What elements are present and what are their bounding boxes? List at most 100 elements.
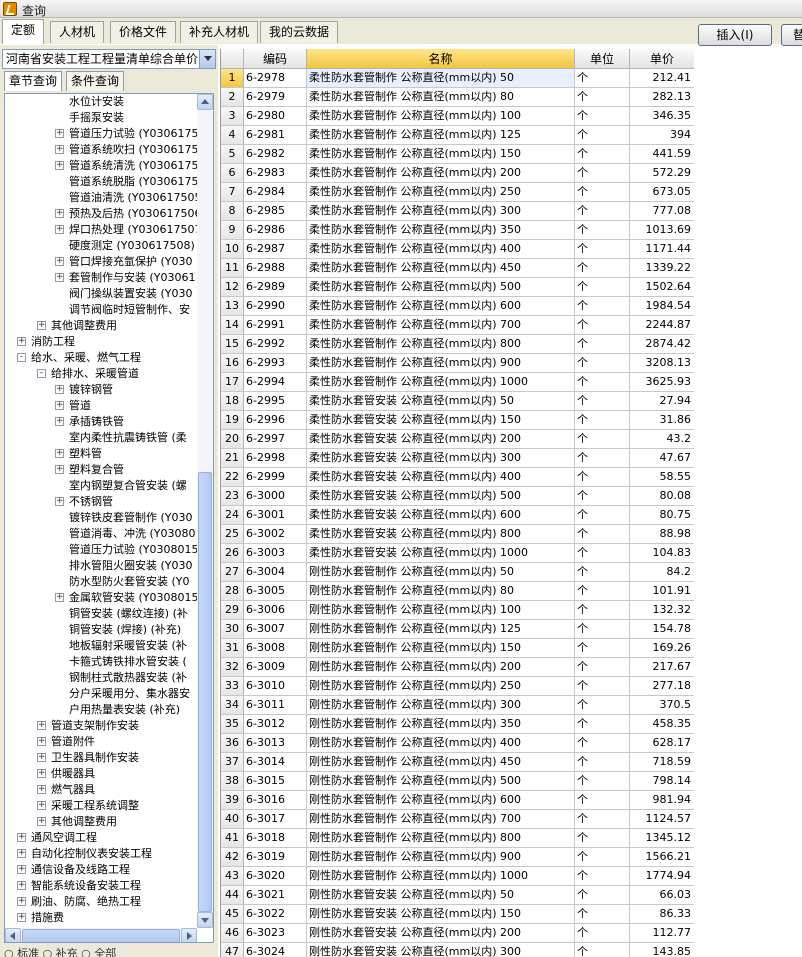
expand-icon[interactable]: +: [55, 145, 64, 154]
table-row[interactable]: 28 6-3005 刚性防水套管制作 公称直径(mm以内) 80 个 101.91: [221, 582, 694, 601]
tree-node[interactable]: + 其他调整费用: [5, 318, 197, 334]
table-row[interactable]: 23 6-3000 柔性防水套管安装 公称直径(mm以内) 500 个 80.08: [221, 487, 694, 506]
filter-radio-strip[interactable]: ○ 标准 ○ 补充 ○ 全部: [4, 945, 214, 957]
tree-node[interactable]: 管道消毒、冲洗 (Y03080: [5, 526, 197, 542]
tab-labor-material-machine[interactable]: 人材机: [50, 21, 105, 43]
expand-icon[interactable]: +: [55, 257, 64, 266]
expand-icon[interactable]: +: [55, 225, 64, 234]
expand-icon[interactable]: +: [37, 769, 46, 778]
table-row[interactable]: 25 6-3002 柔性防水套管安装 公称直径(mm以内) 800 个 88.98: [221, 525, 694, 544]
replace-button[interactable]: 替换: [781, 24, 802, 46]
tree-node[interactable]: + 燃气器具: [5, 782, 197, 798]
header-price[interactable]: 单价: [630, 49, 694, 69]
table-row[interactable]: 6 6-2983 柔性防水套管制作 公称直径(mm以内) 200 个 572.29: [221, 164, 694, 183]
tree-node[interactable]: + 预热及后热 (Y030617506: [5, 206, 197, 222]
tree-node[interactable]: + 供暖器具: [5, 766, 197, 782]
tree-node[interactable]: - 给水、采暖、燃气工程: [5, 350, 197, 366]
header-code[interactable]: 编码: [244, 49, 307, 69]
tree-node[interactable]: + 金属软管安装 (Y0308015: [5, 590, 197, 606]
expand-icon[interactable]: +: [17, 897, 26, 906]
tree-vertical-scrollbar[interactable]: [197, 94, 213, 928]
table-row[interactable]: 34 6-3011 刚性防水套管制作 公称直径(mm以内) 300 个 370.5: [221, 696, 694, 715]
expand-icon[interactable]: +: [17, 849, 26, 858]
table-row[interactable]: 8 6-2985 柔性防水套管制作 公称直径(mm以内) 300 个 777.08: [221, 202, 694, 221]
tree-node[interactable]: + 管道附件: [5, 734, 197, 750]
table-row[interactable]: 13 6-2990 柔性防水套管制作 公称直径(mm以内) 600 个 1984.54: [221, 297, 694, 316]
table-row[interactable]: 30 6-3007 刚性防水套管制作 公称直径(mm以内) 125 个 154.78: [221, 620, 694, 639]
chevron-down-icon[interactable]: [199, 50, 215, 68]
table-row[interactable]: 14 6-2991 柔性防水套管制作 公称直径(mm以内) 700 个 2244.87: [221, 316, 694, 335]
table-row[interactable]: 35 6-3012 刚性防水套管制作 公称直径(mm以内) 350 个 458.35: [221, 715, 694, 734]
tree-node[interactable]: + 管道支架制作安装: [5, 718, 197, 734]
expand-icon[interactable]: +: [37, 801, 46, 810]
table-row[interactable]: 33 6-3010 刚性防水套管制作 公称直径(mm以内) 250 个 277.18: [221, 677, 694, 696]
table-row[interactable]: 21 6-2998 柔性防水套管安装 公称直径(mm以内) 300 个 47.67: [221, 449, 694, 468]
expand-icon[interactable]: +: [55, 129, 64, 138]
table-row[interactable]: 19 6-2996 柔性防水套管安装 公称直径(mm以内) 150 个 31.86: [221, 411, 694, 430]
tree-node[interactable]: + 焊口热处理 (Y030617507: [5, 222, 197, 238]
table-row[interactable]: 5 6-2982 柔性防水套管制作 公称直径(mm以内) 150 个 441.59: [221, 145, 694, 164]
tree-vertical-thumb[interactable]: [198, 472, 212, 912]
table-row[interactable]: 39 6-3016 刚性防水套管制作 公称直径(mm以内) 600 个 981.94: [221, 791, 694, 810]
tree-node[interactable]: 排水管阻火圈安装 (Y030: [5, 558, 197, 574]
table-row[interactable]: 22 6-2999 柔性防水套管安装 公称直径(mm以内) 400 个 58.55: [221, 468, 694, 487]
table-row[interactable]: 26 6-3003 柔性防水套管安装 公称直径(mm以内) 1000 个 104.83: [221, 544, 694, 563]
tree-node[interactable]: + 自动化控制仪表安装工程: [5, 846, 197, 862]
tab-my-cloud-data[interactable]: 我的云数据: [260, 21, 339, 43]
tree-node[interactable]: 防水型防火套管安装 (Y0: [5, 574, 197, 590]
scroll-up-icon[interactable]: [197, 94, 213, 110]
table-row[interactable]: 36 6-3013 刚性防水套管制作 公称直径(mm以内) 400 个 628.17: [221, 734, 694, 753]
tab-price-file[interactable]: 价格文件: [110, 21, 177, 43]
table-row[interactable]: 32 6-3009 刚性防水套管制作 公称直径(mm以内) 200 个 217.67: [221, 658, 694, 677]
table-row[interactable]: 40 6-3017 刚性防水套管制作 公称直径(mm以内) 700 个 1124.57: [221, 810, 694, 829]
tree-node[interactable]: 管道系统脱脂 (Y0306175: [5, 174, 197, 190]
tree-node[interactable]: 铜管安装 (焊接) (补充): [5, 622, 197, 638]
table-row[interactable]: 46 6-3023 刚性防水套管安装 公称直径(mm以内) 200 个 112.77: [221, 924, 694, 943]
tree-node[interactable]: + 管道: [5, 398, 197, 414]
expand-icon[interactable]: +: [17, 833, 26, 842]
expand-icon[interactable]: +: [55, 417, 64, 426]
expand-icon[interactable]: +: [55, 497, 64, 506]
table-row[interactable]: 24 6-3001 柔性防水套管安装 公称直径(mm以内) 600 个 80.75: [221, 506, 694, 525]
table-row[interactable]: 37 6-3014 刚性防水套管制作 公称直径(mm以内) 450 个 718.59: [221, 753, 694, 772]
tree-node[interactable]: + 通信设备及线路工程: [5, 862, 197, 878]
tree-node[interactable]: + 管道系统吹扫 (Y0306175: [5, 142, 197, 158]
table-row[interactable]: 11 6-2988 柔性防水套管制作 公称直径(mm以内) 450 个 1339.22: [221, 259, 694, 278]
scroll-right-icon[interactable]: [181, 928, 197, 942]
expand-icon[interactable]: +: [55, 161, 64, 170]
table-row[interactable]: 3 6-2980 柔性防水套管制作 公称直径(mm以内) 100 个 346.35: [221, 107, 694, 126]
tree-node[interactable]: + 通风空调工程: [5, 830, 197, 846]
table-row[interactable]: 4 6-2981 柔性防水套管制作 公称直径(mm以内) 125 个 394: [221, 126, 694, 145]
tree-node[interactable]: 分户采暖用分、集水器安: [5, 686, 197, 702]
scroll-left-icon[interactable]: [5, 928, 21, 942]
expand-icon[interactable]: +: [37, 785, 46, 794]
tab-chapter-query[interactable]: 章节查询: [4, 71, 63, 91]
header-unit[interactable]: 单位: [575, 49, 630, 69]
expand-icon[interactable]: +: [55, 273, 64, 282]
tree-node[interactable]: + 管道压力试验 (Y0306175: [5, 126, 197, 142]
table-row[interactable]: 7 6-2984 柔性防水套管制作 公称直径(mm以内) 250 个 673.05: [221, 183, 694, 202]
tree-node[interactable]: - 给排水、采暖管道: [5, 366, 197, 382]
tab-supplement-lmm[interactable]: 补充人材机: [180, 21, 259, 43]
table-row[interactable]: 10 6-2987 柔性防水套管制作 公称直径(mm以内) 400 个 1171.44: [221, 240, 694, 259]
tree-node[interactable]: + 塑料管: [5, 446, 197, 462]
expand-icon[interactable]: +: [37, 737, 46, 746]
tree-node[interactable]: + 卫生器具制作安装: [5, 750, 197, 766]
tree-node[interactable]: + 刷油、防腐、绝热工程: [5, 894, 197, 910]
tree-node[interactable]: 室内柔性抗震铸铁管 (柔: [5, 430, 197, 446]
table-row[interactable]: 38 6-3015 刚性防水套管制作 公称直径(mm以内) 500 个 798.14: [221, 772, 694, 791]
tree-node[interactable]: + 管口焊接充氩保护 (Y030: [5, 254, 197, 270]
tree-horizontal-thumb[interactable]: [22, 929, 180, 942]
header-name[interactable]: 名称: [307, 49, 575, 69]
table-row[interactable]: 47 6-3024 刚性防水套管安装 公称直径(mm以内) 300 个 143.85: [221, 943, 694, 957]
collapse-icon[interactable]: -: [17, 353, 26, 362]
table-row[interactable]: 2 6-2979 柔性防水套管制作 公称直径(mm以内) 80 个 282.13: [221, 88, 694, 107]
expand-icon[interactable]: +: [55, 209, 64, 218]
table-row[interactable]: 29 6-3006 刚性防水套管制作 公称直径(mm以内) 100 个 132.32: [221, 601, 694, 620]
insert-button[interactable]: 插入(I): [698, 24, 772, 46]
tree-node[interactable]: 水位计安装: [5, 94, 197, 110]
expand-icon[interactable]: +: [17, 865, 26, 874]
tree-node[interactable]: + 承插铸铁管: [5, 414, 197, 430]
expand-icon[interactable]: +: [37, 321, 46, 330]
expand-icon[interactable]: +: [55, 593, 64, 602]
